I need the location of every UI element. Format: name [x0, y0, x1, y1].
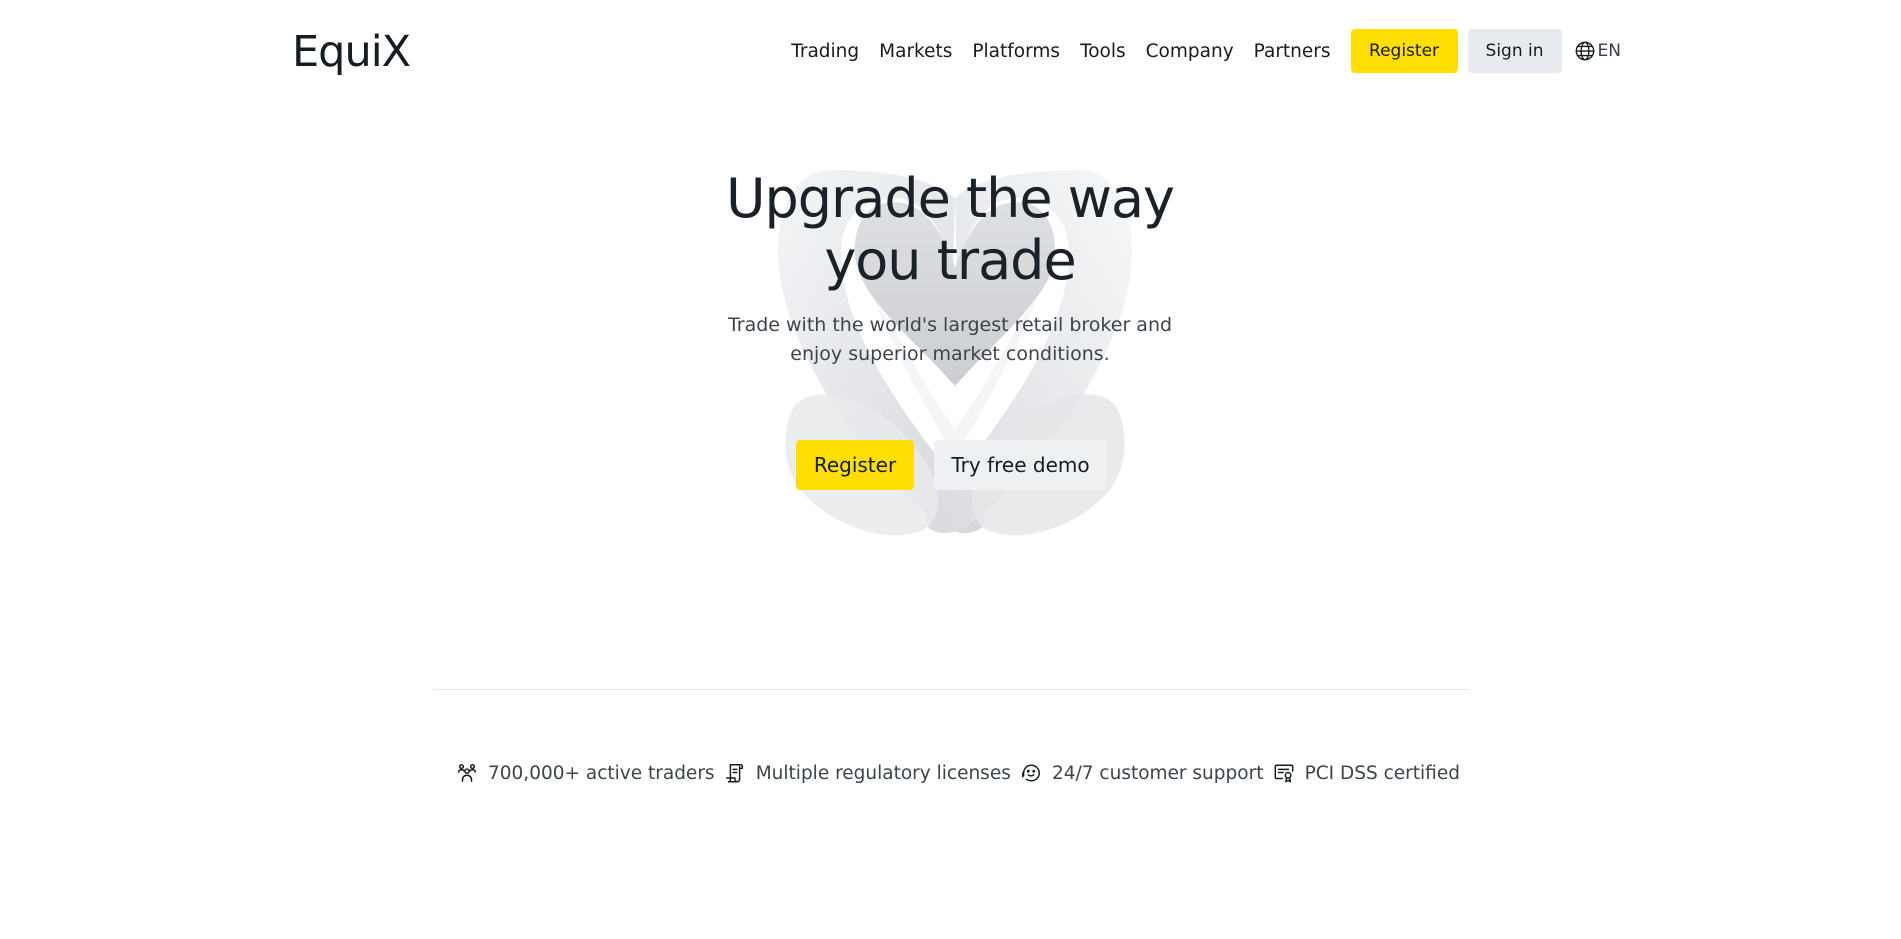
feature-regulatory-licenses: Multiple regulatory licenses — [724, 762, 1011, 784]
globe-icon — [1575, 41, 1594, 61]
support-icon — [1022, 764, 1040, 782]
try-free-demo-button[interactable]: Try free demo — [934, 440, 1107, 490]
features-row: 700,000+ active traders Multiple regulat… — [456, 760, 1460, 786]
page: EquiX Trading Markets Platforms Tools Co… — [0, 0, 1901, 939]
hero-title-line-1: Upgrade the way — [725, 167, 1175, 230]
feature-text: PCI DSS certified — [1304, 762, 1460, 784]
hero-subtitle-line-1: Trade with the world's largest retail br… — [727, 314, 1173, 336]
hero-subtitle: Trade with the world's largest retail br… — [700, 311, 1200, 369]
language-label: EN — [1597, 41, 1621, 61]
nav-markets[interactable]: Markets — [879, 41, 952, 62]
language-selector[interactable]: EN — [1574, 40, 1621, 62]
hero-title: Upgrade the way you trade — [650, 168, 1250, 292]
people-icon — [458, 764, 476, 782]
feature-text: Multiple regulatory licenses — [755, 762, 1011, 784]
license-icon — [725, 764, 743, 783]
feature-text: 24/7 customer support — [1052, 762, 1264, 784]
logo[interactable]: EquiX — [292, 24, 411, 80]
feature-text: 700,000+ active traders — [488, 762, 715, 784]
feature-pci-dss: PCI DSS certified — [1273, 762, 1460, 784]
feature-customer-support: 24/7 customer support — [1020, 762, 1263, 784]
hero-subtitle-line-2: enjoy superior market conditions. — [790, 343, 1110, 365]
feature-active-traders: 700,000+ active traders — [456, 762, 715, 784]
hero-register-button[interactable]: Register — [796, 440, 914, 490]
nav-trading[interactable]: Trading — [791, 41, 859, 62]
header-register-button[interactable]: Register — [1350, 29, 1458, 73]
nav-partners[interactable]: Partners — [1254, 41, 1331, 62]
nav-tools[interactable]: Tools — [1080, 41, 1126, 62]
hero-title-line-2: you trade — [824, 229, 1076, 292]
main-nav: Trading Markets Platforms Tools Company … — [791, 29, 1621, 73]
section-divider — [433, 689, 1469, 690]
sign-in-button[interactable]: Sign in — [1467, 29, 1562, 73]
certificate-icon — [1274, 764, 1294, 783]
nav-platforms[interactable]: Platforms — [972, 41, 1060, 62]
nav-company[interactable]: Company — [1146, 41, 1234, 62]
